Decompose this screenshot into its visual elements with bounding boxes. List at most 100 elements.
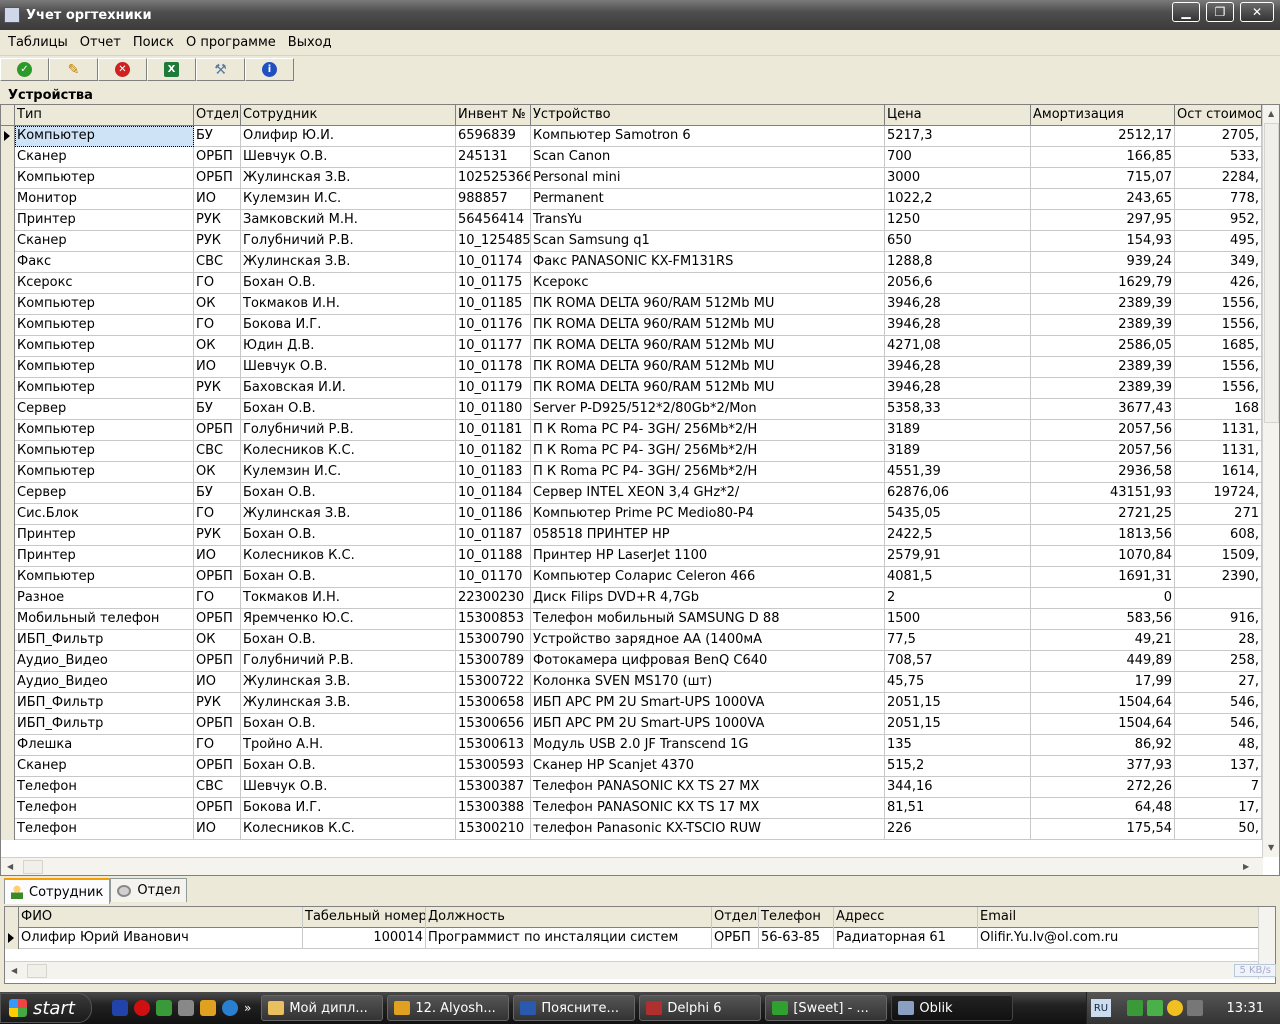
cell-type[interactable]: Принтер bbox=[15, 210, 194, 231]
cell-device[interactable]: ПК ROMA DELTA 960/RAM 512Mb MU bbox=[531, 357, 885, 378]
table-row[interactable]: Компьютер ОК Юдин Д.В. 10_01177 ПК ROMA DELT… bbox=[1, 336, 1263, 357]
network-icon[interactable] bbox=[1127, 1000, 1143, 1016]
table-row[interactable]: Монитор ИО Кулемзин И.С. 988857 Permanent 102… bbox=[1, 189, 1263, 210]
cell-employee[interactable]: Тройно А.Н. bbox=[241, 735, 456, 756]
cell-type[interactable]: Компьютер bbox=[15, 378, 194, 399]
cell-dept[interactable]: РУК bbox=[194, 231, 241, 252]
cell-type[interactable]: Сервер bbox=[15, 399, 194, 420]
cell-dept[interactable]: ОК bbox=[194, 336, 241, 357]
cell-price[interactable]: 2051,15 bbox=[885, 693, 1031, 714]
cell-device[interactable]: Факс PANASONIC KX-FM131RS bbox=[531, 252, 885, 273]
menu-about[interactable]: О программе bbox=[180, 35, 282, 50]
table-row[interactable]: Разное ГО Токмаков И.Н. 22300230 Диск Filips… bbox=[1, 588, 1263, 609]
task-button[interactable]: Поясните... bbox=[513, 995, 636, 1021]
cell-residual[interactable]: 168 bbox=[1175, 399, 1262, 420]
close-button[interactable]: ✕ bbox=[1240, 2, 1274, 22]
scroll-right-icon[interactable]: ▶ bbox=[1243, 862, 1249, 871]
task-button[interactable]: Delphi 6 bbox=[639, 995, 762, 1021]
cell-residual[interactable]: 17, bbox=[1175, 798, 1262, 819]
cell-dept[interactable]: ИО bbox=[194, 357, 241, 378]
cell-employee[interactable]: Голубничий Р.В. bbox=[241, 231, 456, 252]
cell-inventory[interactable]: 15300387 bbox=[456, 777, 531, 798]
task-button[interactable]: Мой дипл... bbox=[261, 995, 384, 1021]
cell-device[interactable]: П К Roma PC P4- 3GH/ 256Mb*2/H bbox=[531, 462, 885, 483]
table-row[interactable]: Компьютер БУ Олифир Ю.И. 6596839 Компьютер S… bbox=[1, 126, 1263, 147]
cell-type[interactable]: Компьютер bbox=[15, 315, 194, 336]
cell-depreciation[interactable]: 297,95 bbox=[1031, 210, 1175, 231]
cell-depreciation[interactable]: 377,93 bbox=[1031, 756, 1175, 777]
cell-name[interactable]: Олифир Юрий Иванович bbox=[19, 928, 303, 949]
row-indicator[interactable] bbox=[1, 462, 15, 483]
cell-residual[interactable]: 19724, bbox=[1175, 483, 1262, 504]
cell-type[interactable]: Телефон bbox=[15, 798, 194, 819]
column-header-dept[interactable]: Отдел bbox=[194, 105, 241, 125]
cell-employee[interactable]: Замковский М.Н. bbox=[241, 210, 456, 231]
cell-dept[interactable]: ОРБП bbox=[194, 168, 241, 189]
cell-inventory[interactable]: 6596839 bbox=[456, 126, 531, 147]
row-indicator[interactable] bbox=[1, 735, 15, 756]
cell-residual[interactable]: 1556, bbox=[1175, 357, 1262, 378]
cell-depreciation[interactable]: 1504,64 bbox=[1031, 714, 1175, 735]
app-icon[interactable] bbox=[178, 1000, 194, 1016]
cell-employee[interactable]: Бокова И.Г. bbox=[241, 798, 456, 819]
maximize-button[interactable]: ❐ bbox=[1206, 2, 1234, 22]
column-header-depreciation[interactable]: Амортизация bbox=[1031, 105, 1175, 125]
cell-dept[interactable]: РУК bbox=[194, 210, 241, 231]
network-icon[interactable] bbox=[1147, 1000, 1163, 1016]
table-row[interactable]: Сервер БУ Бохан О.В. 10_01184 Сервер INTEL X… bbox=[1, 483, 1263, 504]
cell-residual[interactable]: 137, bbox=[1175, 756, 1262, 777]
cell-dept[interactable]: ОРБП bbox=[194, 567, 241, 588]
cell-depreciation[interactable]: 2936,58 bbox=[1031, 462, 1175, 483]
cell-price[interactable]: 708,57 bbox=[885, 651, 1031, 672]
cell-inventory[interactable]: 15300593 bbox=[456, 756, 531, 777]
cell-inventory[interactable]: 10_01179 bbox=[456, 378, 531, 399]
cell-employee[interactable]: Бохан О.В. bbox=[241, 714, 456, 735]
cell-employee[interactable]: Голубничий Р.В. bbox=[241, 420, 456, 441]
cell-dept[interactable]: СВС bbox=[194, 441, 241, 462]
cell-inventory[interactable]: 10_01186 bbox=[456, 504, 531, 525]
cell-price[interactable]: 4081,5 bbox=[885, 567, 1031, 588]
cell-inventory[interactable]: 988857 bbox=[456, 189, 531, 210]
cell-dept[interactable]: ГО bbox=[194, 735, 241, 756]
cell-inventory[interactable]: 10_01184 bbox=[456, 483, 531, 504]
cell-price[interactable]: 77,5 bbox=[885, 630, 1031, 651]
devices-vertical-scrollbar[interactable]: ▲ ▼ bbox=[1262, 105, 1279, 857]
cell-dept[interactable]: БУ bbox=[194, 126, 241, 147]
cell-device[interactable]: ИБП APC PM 2U Smart-UPS 1000VA bbox=[531, 693, 885, 714]
confirm-button[interactable]: ✓ bbox=[0, 58, 49, 81]
cell-inventory[interactable]: 10_01183 bbox=[456, 462, 531, 483]
cell-inventory[interactable]: 10_01170 bbox=[456, 567, 531, 588]
cell-inventory[interactable]: 102525366 bbox=[456, 168, 531, 189]
cell-device[interactable]: Personal mini bbox=[531, 168, 885, 189]
cell-device[interactable]: Компьютер Соларис Celeron 466 bbox=[531, 567, 885, 588]
cell-type[interactable]: Принтер bbox=[15, 525, 194, 546]
table-row[interactable]: Компьютер ОК Кулемзин И.С. 10_01183 П К Roma… bbox=[1, 462, 1263, 483]
cell-device[interactable]: Диск Filips DVD+R 4,7Gb bbox=[531, 588, 885, 609]
cell-position[interactable]: Программист по инсталяции систем bbox=[426, 928, 712, 949]
column-header-residual[interactable]: Ост стоимос bbox=[1175, 105, 1262, 125]
cell-depreciation[interactable]: 2512,17 bbox=[1031, 126, 1175, 147]
cell-inventory[interactable]: 15300853 bbox=[456, 609, 531, 630]
cell-type[interactable]: Компьютер bbox=[15, 126, 194, 147]
cell-depreciation[interactable]: 2586,05 bbox=[1031, 336, 1175, 357]
row-indicator[interactable] bbox=[1, 210, 15, 231]
cell-depreciation[interactable]: 43151,93 bbox=[1031, 483, 1175, 504]
cell-type[interactable]: Сканер bbox=[15, 147, 194, 168]
cell-employee[interactable]: Бохан О.В. bbox=[241, 630, 456, 651]
scroll-down-icon[interactable]: ▼ bbox=[1268, 843, 1274, 852]
cell-device[interactable]: телефон Panasonic KX-TSCIO RUW bbox=[531, 819, 885, 840]
cell-depreciation[interactable]: 2389,39 bbox=[1031, 357, 1175, 378]
row-indicator[interactable] bbox=[1, 168, 15, 189]
winamp-icon[interactable] bbox=[200, 1000, 216, 1016]
cell-phone[interactable]: 56-63-85 bbox=[759, 928, 834, 949]
table-row[interactable]: Сканер ОРБП Бохан О.В. 15300593 Сканер HP Sc… bbox=[1, 756, 1263, 777]
cell-residual[interactable]: 50, bbox=[1175, 819, 1262, 840]
cell-employee[interactable]: Жулинская З.В. bbox=[241, 252, 456, 273]
cell-price[interactable]: 515,2 bbox=[885, 756, 1031, 777]
cell-type[interactable]: Мобильный телефон bbox=[15, 609, 194, 630]
cell-employee[interactable]: Токмаков И.Н. bbox=[241, 588, 456, 609]
column-header-employee[interactable]: Сотрудник bbox=[241, 105, 456, 125]
row-indicator[interactable] bbox=[1, 399, 15, 420]
cell-type[interactable]: Аудио_Видео bbox=[15, 651, 194, 672]
tab-department[interactable]: Отдел bbox=[110, 878, 188, 902]
